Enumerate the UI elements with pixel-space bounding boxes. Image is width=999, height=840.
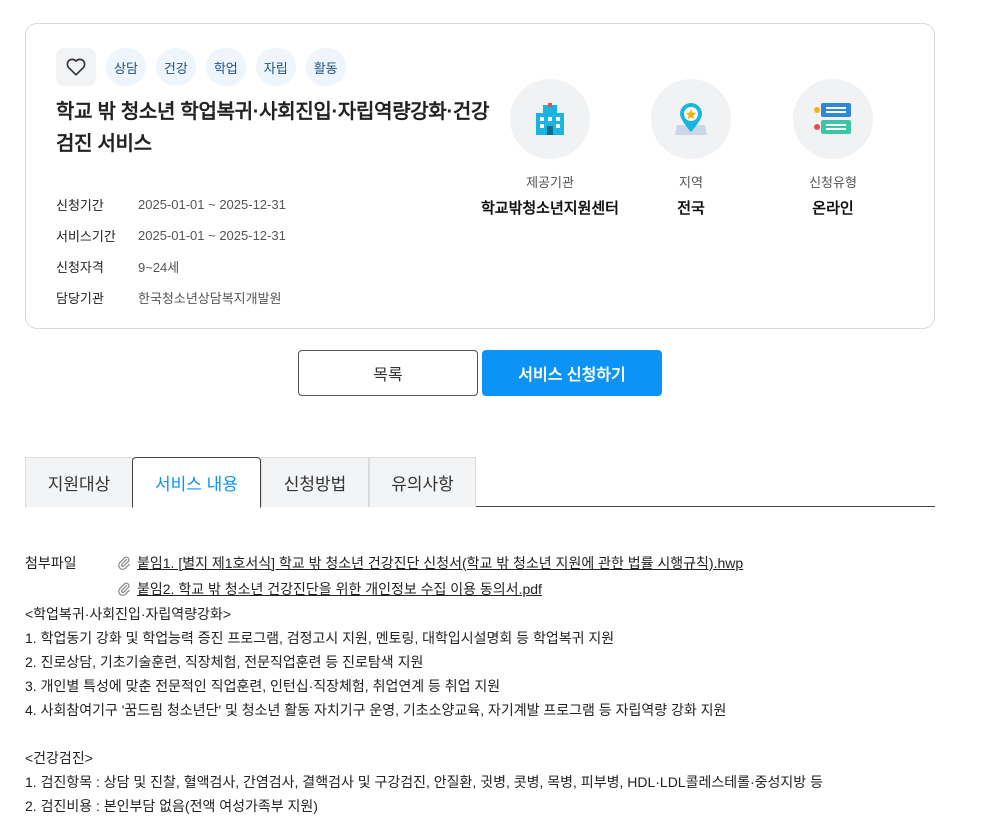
content-line: <학업복귀·사회진입·자립역량강화> — [25, 606, 231, 622]
info-row: 신청자격 9~24세 — [56, 251, 286, 282]
heart-icon — [66, 58, 86, 76]
feature-value: 학교밖청소년지원센터 — [480, 200, 619, 217]
feature-value: 전국 — [677, 200, 705, 217]
building-icon — [536, 103, 564, 135]
content-line: 1. 학업동기 강화 및 학업능력 증진 프로그램, 검정고시 지원, 멘토링,… — [25, 630, 615, 646]
attachment-link[interactable]: 붙임1. [별지 제1호서식] 학교 밖 청소년 건강진단 신청서(학교 밖 청… — [137, 550, 743, 576]
tag-independence[interactable]: 자립 — [255, 48, 296, 86]
info-label: 담당기관 — [56, 291, 104, 306]
feature-label: 지역 — [679, 175, 703, 190]
content-line: 2. 진로상담, 기초기술훈련, 직장체험, 전문직업훈련 등 진로탐색 지원 — [25, 654, 424, 670]
info-value: 한국청소년상담복지개발원 — [138, 291, 282, 306]
feature-region: 지역 전국 — [616, 79, 766, 218]
favorite-button[interactable] — [56, 48, 96, 86]
content-line: 1. 검진항목 : 상담 및 진찰, 혈액검사, 간염검사, 결핵검사 및 구강… — [25, 774, 823, 790]
info-value: 2025-01-01 ~ 2025-12-31 — [138, 228, 286, 243]
feature-value: 온라인 — [812, 200, 854, 217]
tag-study[interactable]: 학업 — [205, 48, 246, 86]
content-line: <건강검진> — [25, 750, 93, 766]
info-list: 신청기간 2025-01-01 ~ 2025-12-31 서비스기간 2025-… — [56, 189, 286, 313]
category-tags: 상담 건강 학업 자립 활동 — [106, 48, 346, 86]
service-summary-card: 상담 건강 학업 자립 활동 학교 밖 청소년 학업복귀·사회진입·자립역량강화… — [25, 23, 935, 329]
tab-eligibility[interactable]: 지원대상 — [25, 457, 133, 507]
map-pin-icon — [675, 103, 707, 135]
info-label: 신청기간 — [56, 198, 104, 213]
attachment-link[interactable]: 붙임2. 학교 밖 청소년 건강진단을 위한 개인정보 수집 이용 동의서.pd… — [137, 576, 542, 602]
tag-health[interactable]: 건강 — [155, 48, 196, 86]
info-row: 서비스기간 2025-01-01 ~ 2025-12-31 — [56, 220, 286, 251]
tag-counseling[interactable]: 상담 — [106, 48, 146, 86]
attachment-item: 붙임1. [별지 제1호서식] 학교 밖 청소년 건강진단 신청서(학교 밖 청… — [113, 550, 743, 576]
content-line: 3. 개인별 특성에 맞춘 전문적인 직업훈련, 인턴십·직장체험, 취업연계 … — [25, 678, 501, 694]
feature-label: 제공기관 — [526, 175, 574, 190]
info-label: 신청자격 — [56, 260, 104, 275]
content-line: 2. 검진비용 : 본인부담 없음(전액 여성가족부 지원) — [25, 798, 318, 814]
info-value: 9~24세 — [138, 260, 180, 275]
paperclip-icon — [113, 556, 135, 570]
tab-service-content[interactable]: 서비스 내용 — [132, 457, 261, 508]
tab-notes[interactable]: 유의사항 — [369, 457, 476, 507]
service-title: 학교 밖 청소년 학업복귀·사회진입·자립역량강화·건강검진 서비스 — [56, 101, 490, 155]
apply-service-button[interactable]: 서비스 신청하기 — [482, 350, 662, 396]
attachment-item: 붙임2. 학교 밖 청소년 건강진단을 위한 개인정보 수집 이용 동의서.pd… — [113, 576, 743, 602]
feature-apply-type: 신청유형 온라인 — [758, 79, 908, 218]
info-label: 서비스기간 — [56, 229, 116, 244]
service-content: 첨부파일 붙임1. [별지 제1호서식] 학교 밖 청소년 건강진단 신청서(학… — [25, 550, 955, 818]
list-button[interactable]: 목록 — [298, 350, 478, 396]
attachments: 첨부파일 붙임1. [별지 제1호서식] 학교 밖 청소년 건강진단 신청서(학… — [25, 550, 955, 602]
feature-label: 신청유형 — [809, 175, 857, 190]
info-row: 신청기간 2025-01-01 ~ 2025-12-31 — [56, 189, 286, 220]
content-tabs: 지원대상 서비스 내용 신청방법 유의사항 — [25, 457, 935, 508]
attachments-label: 첨부파일 — [25, 555, 77, 571]
content-line: 4. 사회참여기구 '꿈드림 청소년단' 및 청소년 활동 자치기구 운영, 기… — [25, 702, 727, 718]
paperclip-icon — [113, 582, 135, 596]
info-row: 담당기관 한국청소년상담복지개발원 — [56, 282, 286, 313]
feature-provider: 제공기관 학교밖청소년지원센터 — [475, 79, 625, 218]
tag-activity[interactable]: 활동 — [305, 48, 346, 86]
info-value: 2025-01-01 ~ 2025-12-31 — [138, 197, 286, 212]
document-list-icon — [814, 103, 851, 134]
tab-how-to-apply[interactable]: 신청방법 — [261, 457, 369, 507]
